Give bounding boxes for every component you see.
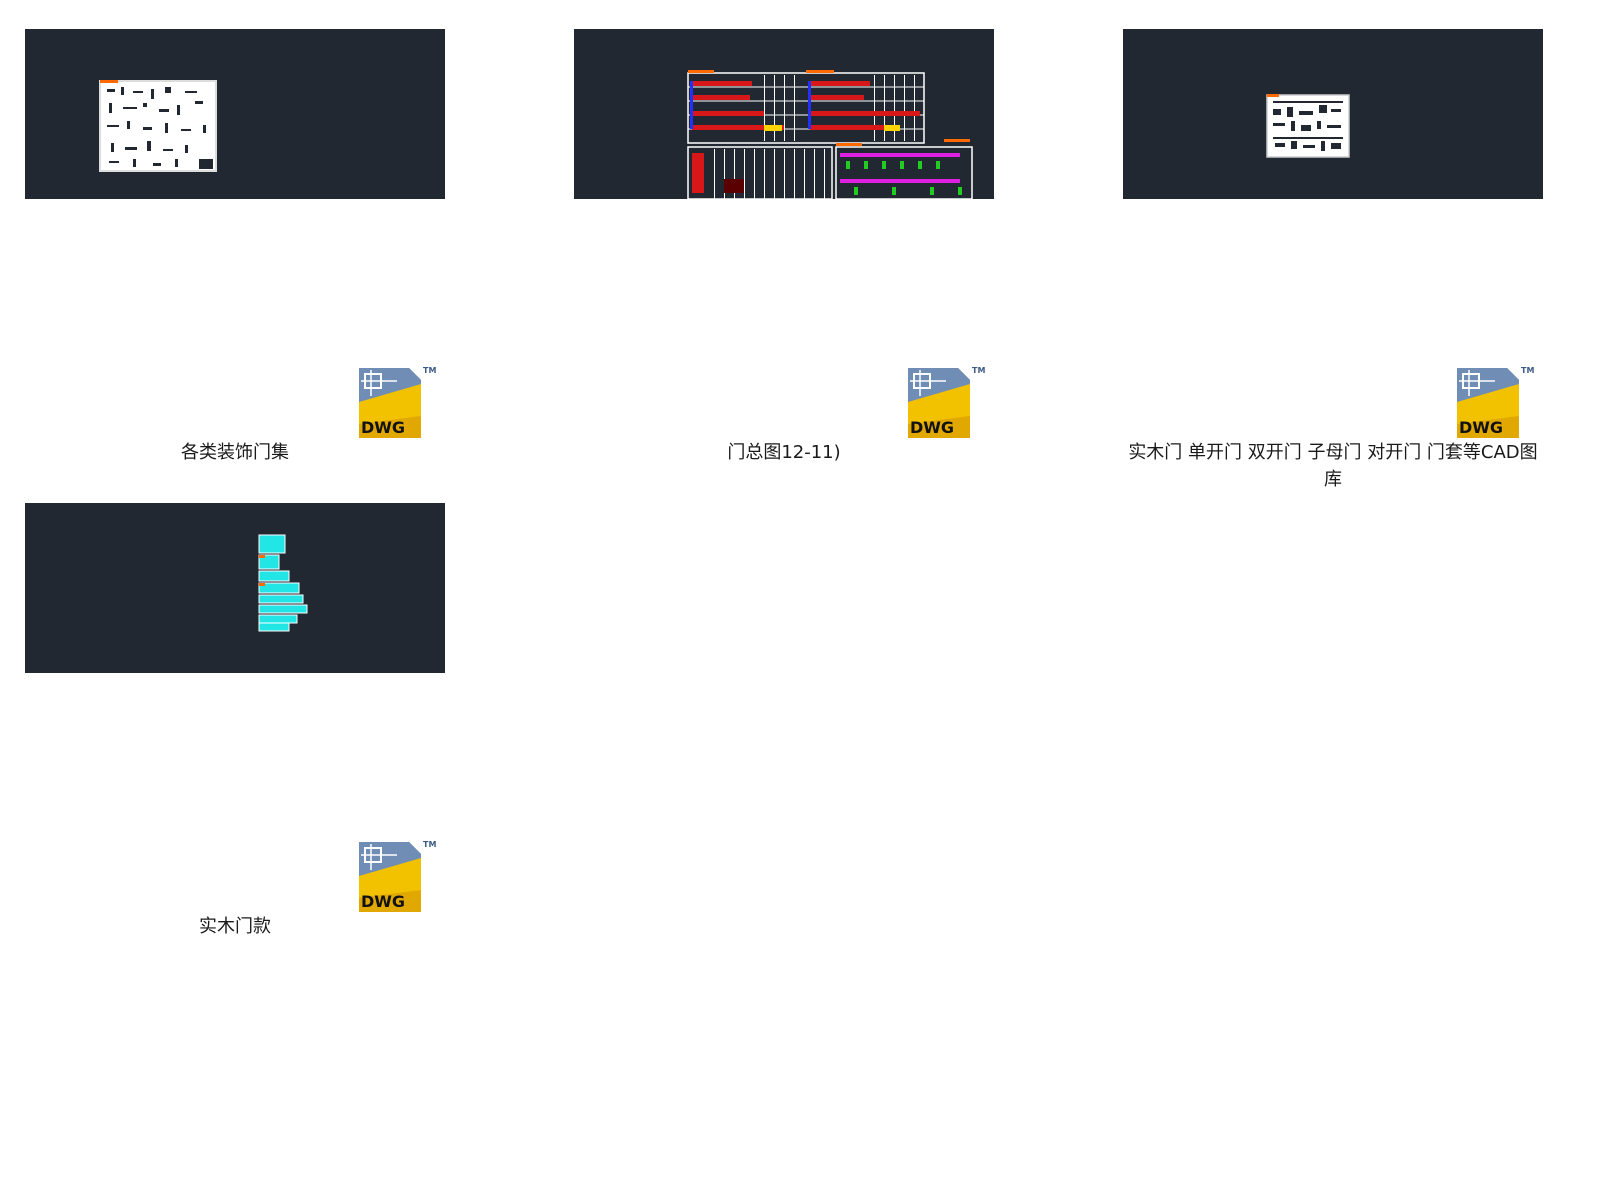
dwg-file-icon: DWG TM <box>1455 366 1535 442</box>
file-name: 实木门 单开门 双开门 子母门 对开门 门套等CAD图库 <box>1128 442 1538 490</box>
dwg-badge-label: DWG <box>1459 418 1504 437</box>
cad-preview-image <box>1266 94 1350 158</box>
cad-preview-image <box>258 534 308 632</box>
file-name: 各类装饰门集 <box>181 442 289 463</box>
file-item[interactable]: DWG TM 实木门款 <box>25 503 445 963</box>
dwg-file-icon: DWG TM <box>357 840 437 916</box>
cad-preview-image <box>687 70 973 199</box>
trademark-label: TM <box>423 840 437 849</box>
dwg-file-icon: DWG TM <box>357 366 437 442</box>
dwg-badge-label: DWG <box>910 418 955 437</box>
file-thumbnail <box>574 29 994 199</box>
file-thumbnail <box>25 503 445 673</box>
file-thumbnail <box>1123 29 1543 199</box>
trademark-label: TM <box>972 366 986 375</box>
file-name: 门总图12-11) <box>727 442 841 463</box>
cad-preview-image <box>99 80 217 172</box>
file-item[interactable]: DWG TM 门总图12-11) <box>574 29 994 489</box>
trademark-label: TM <box>423 366 437 375</box>
file-item[interactable]: DWG TM 各类装饰门集 <box>25 29 445 489</box>
file-grid: DWG TM 各类装饰门集 DWG TM 门总图12-11) DWG TM 实木… <box>0 0 1600 1200</box>
dwg-file-icon: DWG TM <box>906 366 986 442</box>
dwg-badge-label: DWG <box>361 892 406 911</box>
dwg-badge-label: DWG <box>361 418 406 437</box>
file-name: 实木门款 <box>199 916 271 937</box>
file-thumbnail <box>25 29 445 199</box>
trademark-label: TM <box>1521 366 1535 375</box>
file-item[interactable]: DWG TM 实木门 单开门 双开门 子母门 对开门 门套等CAD图库 <box>1123 29 1543 490</box>
